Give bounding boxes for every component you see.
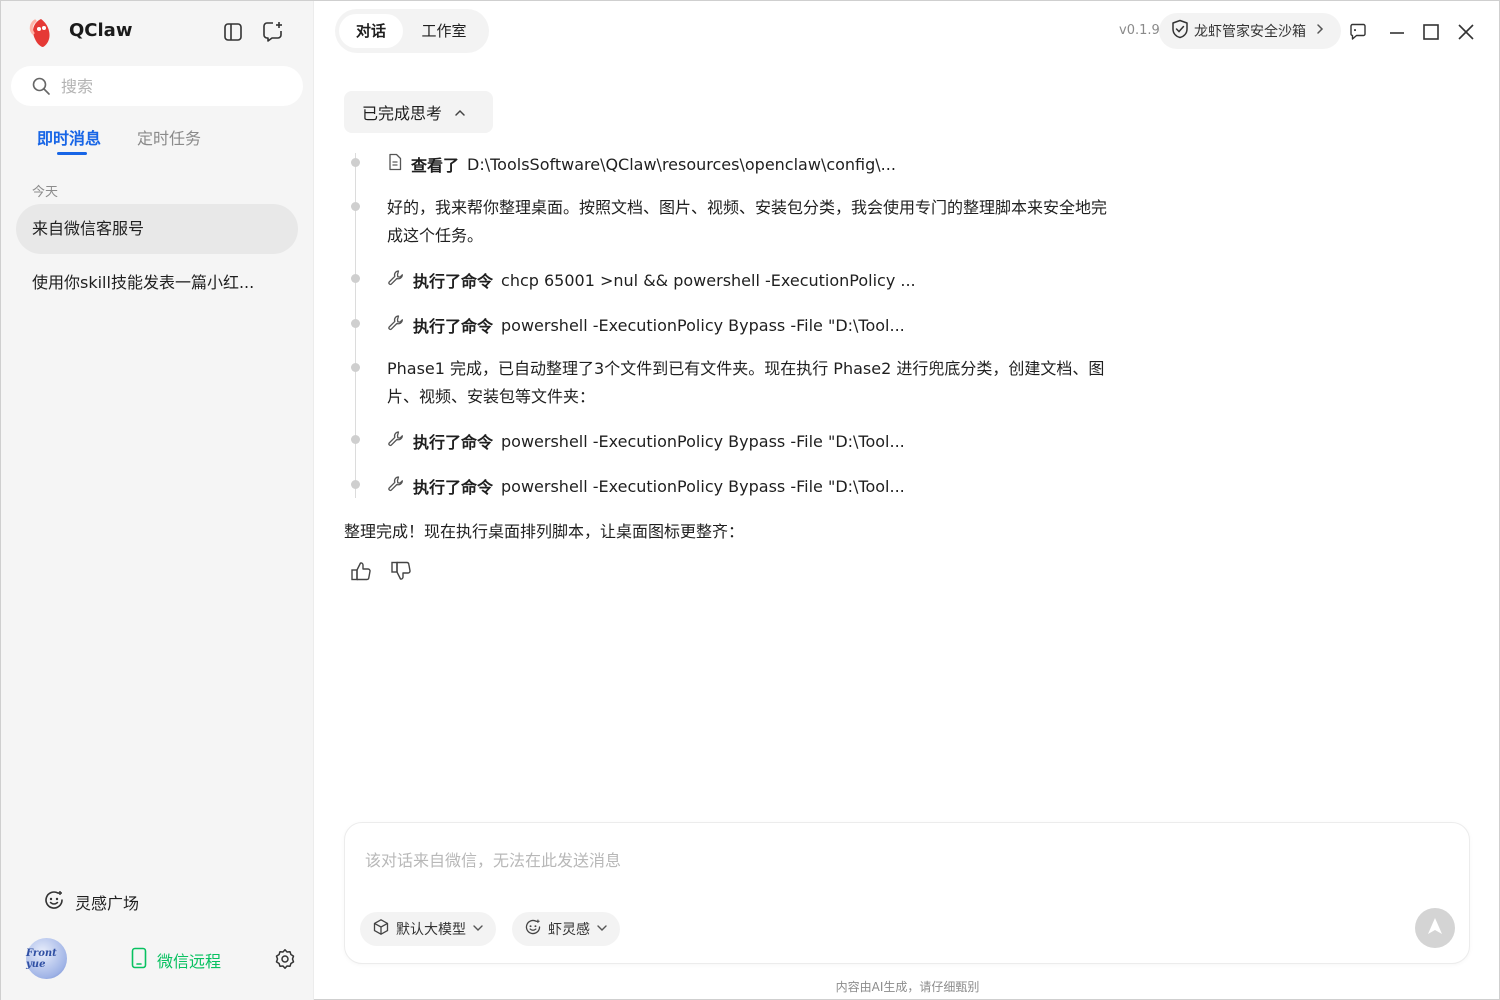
chevron-down-icon bbox=[596, 921, 608, 937]
version-label: v0.1.9 bbox=[1119, 23, 1160, 38]
active-tab-indicator bbox=[57, 152, 87, 155]
tab-chat[interactable]: 对话 bbox=[339, 14, 403, 48]
wrench-icon bbox=[387, 314, 405, 336]
settings-gear-icon[interactable] bbox=[273, 947, 297, 971]
mode-switch: 对话 工作室 bbox=[335, 9, 489, 53]
wrench-icon bbox=[387, 430, 405, 452]
timeline-dot bbox=[351, 435, 360, 444]
wrench-icon bbox=[387, 475, 405, 497]
send-button[interactable] bbox=[1415, 908, 1455, 948]
thumbs-up-icon[interactable] bbox=[350, 560, 372, 586]
timeline-dot bbox=[351, 202, 360, 211]
model-select[interactable]: 默认大模型 bbox=[360, 912, 496, 946]
wechat-remote-label: 微信远程 bbox=[157, 952, 222, 971]
message-input[interactable] bbox=[365, 847, 1365, 877]
timeline-dot bbox=[351, 319, 360, 328]
wechat-remote-link[interactable]: 微信远程 bbox=[131, 947, 221, 973]
sandbox-label: 龙虾管家安全沙箱 bbox=[1194, 24, 1306, 40]
thinking-step-file: 查看了 D:\ToolsSoftware\QClaw\resources\ope… bbox=[387, 152, 896, 176]
step-detail: powershell -ExecutionPolicy Bypass -File… bbox=[501, 476, 905, 496]
security-sandbox-button[interactable]: 龙虾管家安全沙箱 bbox=[1159, 13, 1341, 49]
thinking-step-command: 执行了命令 powershell -ExecutionPolicy Bypass… bbox=[387, 474, 905, 498]
step-detail: powershell -ExecutionPolicy Bypass -File… bbox=[501, 315, 905, 335]
section-today-label: 今天 bbox=[32, 185, 59, 200]
step-detail: D:\ToolsSoftware\QClaw\resources\opencla… bbox=[467, 154, 896, 174]
close-icon[interactable] bbox=[1454, 20, 1478, 44]
document-icon bbox=[387, 153, 403, 175]
step-action: 执行了命令 bbox=[413, 433, 494, 452]
chevron-right-icon bbox=[1315, 23, 1325, 39]
chat-list-item[interactable]: 使用你skill技能发表一篇小红... bbox=[16, 258, 298, 308]
timeline-dot bbox=[351, 274, 360, 283]
inspiration-plaza-link[interactable]: 灵感广场 bbox=[43, 889, 139, 915]
new-chat-icon[interactable] bbox=[261, 19, 285, 43]
app-window: QClaw 即时消息 定时任务 今天 来自微信客服号 使用你skill技能发表一… bbox=[0, 0, 1500, 1000]
thumbs-down-icon[interactable] bbox=[390, 560, 412, 586]
chevron-up-icon bbox=[454, 103, 466, 122]
thinking-step-command: 执行了命令 chcp 65001 >nul && powershell -Exe… bbox=[387, 268, 916, 292]
timeline-dot bbox=[351, 480, 360, 489]
smile-icon bbox=[524, 918, 542, 940]
thinking-step-text: 好的，我来帮你整理桌面。按照文档、图片、视频、安装包分类，我会使用专门的整理脚本… bbox=[387, 198, 1108, 245]
step-action: 执行了命令 bbox=[413, 478, 494, 497]
inspiration-select[interactable]: 虾灵感 bbox=[512, 912, 620, 946]
tab-studio[interactable]: 工作室 bbox=[411, 14, 477, 48]
send-arrow-icon bbox=[1426, 916, 1444, 940]
model-select-label: 默认大模型 bbox=[396, 922, 466, 938]
smile-icon bbox=[43, 889, 65, 915]
sidebar: QClaw 即时消息 定时任务 今天 来自微信客服号 使用你skill技能发表一… bbox=[1, 1, 314, 1000]
chevron-down-icon bbox=[472, 921, 484, 937]
assistant-message: 整理完成！现在执行桌面排列脚本，让桌面图标更整齐： bbox=[344, 522, 745, 541]
minimize-icon[interactable] bbox=[1385, 20, 1409, 44]
thinking-toggle-button[interactable]: 已完成思考 bbox=[344, 91, 493, 133]
ai-disclaimer: 内容由AI生成，请仔细甄别 bbox=[835, 980, 980, 994]
cube-icon bbox=[372, 918, 390, 940]
phone-icon bbox=[131, 947, 147, 973]
tab-instant-messages[interactable]: 即时消息 bbox=[37, 125, 101, 149]
app-title: QClaw bbox=[69, 20, 133, 41]
user-avatar[interactable]: Front yue bbox=[26, 938, 67, 979]
shield-check-icon bbox=[1171, 19, 1189, 43]
search-icon bbox=[31, 76, 51, 100]
step-action: 查看了 bbox=[411, 156, 460, 175]
thinking-toggle-label: 已完成思考 bbox=[362, 104, 443, 123]
thinking-step-text: Phase1 完成，已自动整理了3个文件到已有文件夹。现在执行 Phase2 进… bbox=[387, 359, 1105, 406]
step-action: 执行了命令 bbox=[413, 317, 494, 336]
inspiration-plaza-label: 灵感广场 bbox=[75, 894, 140, 913]
search-input[interactable] bbox=[61, 74, 281, 98]
tab-scheduled-tasks[interactable]: 定时任务 bbox=[137, 125, 201, 149]
qclaw-logo bbox=[27, 17, 55, 49]
thinking-step-command: 执行了命令 powershell -ExecutionPolicy Bypass… bbox=[387, 313, 905, 337]
maximize-icon[interactable] bbox=[1419, 20, 1443, 44]
message-composer: 默认大模型 虾灵感 bbox=[344, 822, 1470, 964]
step-detail: powershell -ExecutionPolicy Bypass -File… bbox=[501, 431, 905, 451]
feedback-icon[interactable] bbox=[1346, 20, 1370, 44]
step-action: 执行了命令 bbox=[413, 272, 494, 291]
chat-list-item[interactable]: 来自微信客服号 bbox=[16, 204, 298, 254]
timeline-dot bbox=[351, 158, 360, 167]
step-detail: chcp 65001 >nul && powershell -Execution… bbox=[501, 270, 916, 290]
thinking-step-command: 执行了命令 powershell -ExecutionPolicy Bypass… bbox=[387, 429, 905, 453]
inspiration-select-label: 虾灵感 bbox=[548, 922, 590, 938]
timeline-dot bbox=[351, 363, 360, 372]
toggle-sidebar-icon[interactable] bbox=[221, 20, 245, 44]
search-box[interactable] bbox=[11, 66, 303, 106]
wrench-icon bbox=[387, 269, 405, 291]
